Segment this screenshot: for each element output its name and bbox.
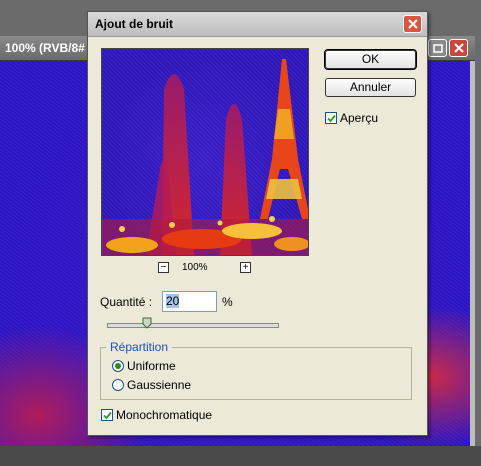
document-title: 100% (RVB/8# xyxy=(5,41,85,55)
workspace-bottom xyxy=(0,446,481,466)
preview-checkbox-label: Aperçu xyxy=(340,111,379,125)
checkmark-icon xyxy=(326,114,336,122)
quantity-slider-thumb[interactable] xyxy=(142,317,152,329)
cancel-button[interactable]: Annuler xyxy=(325,78,416,97)
preview-checkbox[interactable] xyxy=(325,112,337,124)
gaussian-radio[interactable] xyxy=(112,379,124,391)
quantity-value: 20 xyxy=(166,294,180,308)
checkmark-icon xyxy=(102,411,112,419)
distribution-legend: Répartition xyxy=(106,340,173,354)
monochrome-checkbox[interactable] xyxy=(101,409,113,421)
zoom-out-button[interactable]: − xyxy=(158,262,169,273)
document-close-button[interactable] xyxy=(449,39,468,57)
quantity-unit: % xyxy=(222,295,233,309)
dialog-close-button[interactable] xyxy=(403,15,422,33)
add-noise-dialog: Ajout de bruit − 100% + OK Annuler Aperç… xyxy=(87,11,428,436)
maximize-button[interactable] xyxy=(428,39,447,57)
quantity-slider-track[interactable] xyxy=(107,323,279,328)
zoom-controls: − 100% + xyxy=(158,262,258,276)
ok-button[interactable]: OK xyxy=(324,49,417,70)
document-scrollbar[interactable] xyxy=(470,61,475,446)
zoom-level: 100% xyxy=(182,262,208,273)
uniform-radio-label: Uniforme xyxy=(127,359,176,373)
filter-preview[interactable] xyxy=(101,48,309,256)
quantity-label: Quantité : xyxy=(100,295,153,309)
monochrome-checkbox-label: Monochromatique xyxy=(116,408,213,422)
dialog-titlebar[interactable]: Ajout de bruit xyxy=(88,12,427,37)
close-icon xyxy=(407,19,418,29)
distribution-group xyxy=(100,347,412,400)
quantity-input[interactable]: 20 xyxy=(162,291,217,312)
uniform-radio[interactable] xyxy=(112,360,124,372)
maximize-icon xyxy=(432,43,443,53)
zoom-in-button[interactable]: + xyxy=(240,262,251,273)
dialog-title: Ajout de bruit xyxy=(95,17,173,31)
preview-image xyxy=(102,59,308,255)
gaussian-radio-label: Gaussienne xyxy=(127,378,192,392)
close-icon xyxy=(453,43,464,53)
